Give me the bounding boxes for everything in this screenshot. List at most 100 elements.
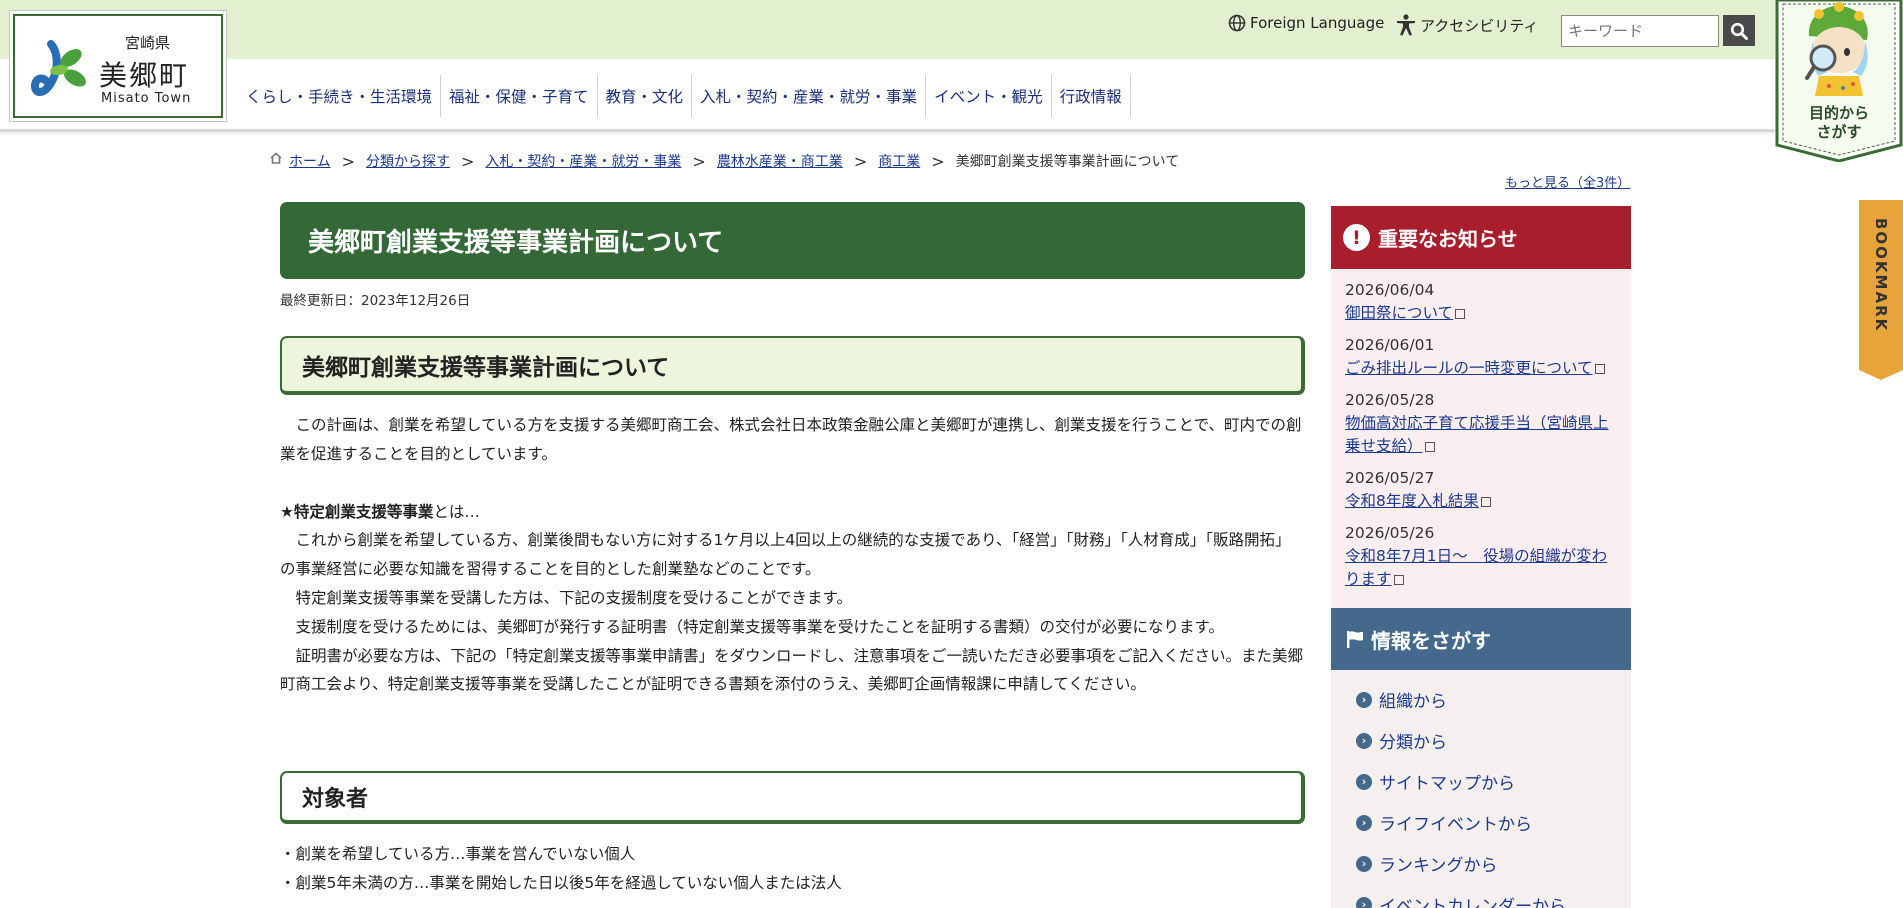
mascot-character-icon <box>1805 2 1868 96</box>
search-input[interactable] <box>1561 15 1719 47</box>
notice-header: ! 重要なお知らせ <box>1331 206 1631 269</box>
chevron-right-icon: › <box>1356 773 1372 790</box>
logo-english-name: Misato Town <box>101 91 192 106</box>
section-heading: 美郷町創業支援等事業計画について <box>280 336 1305 395</box>
definition-suffix: とは… <box>433 502 480 521</box>
list-item: ・創業5年未満の方…事業を開始した日以後5年を経過していない個人または法人 <box>280 874 842 892</box>
bookmark-tab[interactable]: BOOKMARK <box>1859 200 1903 380</box>
foreign-language-link[interactable]: Foreign Language <box>1228 14 1384 32</box>
gnav-item-administration[interactable]: 行政情報 <box>1052 75 1131 117</box>
breadcrumb: ホーム > 分類から探す > 入札・契約・産業・就労・事業 > 農林水産業・商工… <box>270 151 1179 171</box>
search-icon <box>1730 22 1748 40</box>
gnav-item-living[interactable]: くらし・手続き・生活環境 <box>238 75 442 117</box>
breadcrumb-separator: > <box>853 151 868 171</box>
globe-icon <box>1228 14 1246 32</box>
list-item: 2026/05/26 令和8年7月1日〜 役場の組織が変わります <box>1345 522 1617 591</box>
find-item-organization[interactable]: › 組織から <box>1356 679 1631 720</box>
gnav-item-education[interactable]: 教育・文化 <box>598 75 693 117</box>
logo-frame: 宮崎県 美郷町 Misato Town <box>13 14 223 118</box>
site-logo[interactable]: 宮崎県 美郷町 Misato Town <box>9 10 227 122</box>
notice-date: 2026/05/28 <box>1345 391 1435 409</box>
application-paragraph: 証明書が必要な方は、下記の「特定創業支援等事業申請書」をダウンロードし、注意事項… <box>280 646 1304 694</box>
chevron-right-icon: › <box>1356 814 1372 831</box>
find-item-ranking[interactable]: › ランキングから <box>1356 843 1631 884</box>
home-icon <box>270 152 282 164</box>
find-item-label: イベントカレンダーから <box>1379 897 1566 908</box>
find-item-label: サイトマップから <box>1379 774 1515 794</box>
global-navigation: くらし・手続き・生活環境 福祉・保健・子育て 教育・文化 入札・契約・産業・就労… <box>238 75 1131 117</box>
notice-link-text: 令和8年度入札結果 <box>1345 492 1479 510</box>
notice-link[interactable]: 令和8年7月1日〜 役場の組織が変わります <box>1345 547 1607 588</box>
notice-date: 2026/05/26 <box>1345 524 1435 542</box>
breadcrumb-current: 美郷町創業支援等事業計画について <box>955 154 1180 170</box>
find-item-label: 組織から <box>1379 692 1447 712</box>
breadcrumb-separator: > <box>461 151 475 171</box>
breadcrumb-more-link[interactable]: もっと見る（全3件） <box>1505 172 1630 191</box>
page-title: 美郷町創業支援等事業計画について <box>280 202 1305 279</box>
purpose-search-label: 目的から さがす <box>1775 104 1903 142</box>
notice-date: 2026/05/27 <box>1345 469 1435 487</box>
notice-date: 2026/06/01 <box>1345 336 1435 354</box>
bookmark-label: BOOKMARK <box>1872 217 1890 333</box>
logo-town-name: 美郷町 <box>99 59 190 92</box>
gnav-item-welfare[interactable]: 福祉・保健・子育て <box>441 75 598 117</box>
breadcrumb-category[interactable]: 分類から探す <box>366 151 450 171</box>
chevron-right-icon: › <box>1356 896 1372 908</box>
find-header: 情報をさがす <box>1331 608 1631 670</box>
notice-date: 2026/06/04 <box>1345 281 1435 299</box>
notice-list: 2026/06/04 御田祭について 2026/06/01 ごみ排出ルールの一時… <box>1331 269 1631 591</box>
find-item-label: ライフイベントから <box>1379 815 1532 835</box>
list-item: 2026/06/04 御田祭について <box>1345 279 1617 325</box>
purpose-search-label-line1: 目的から <box>1808 104 1869 122</box>
breadcrumb-home[interactable]: ホーム <box>289 151 331 171</box>
chevron-right-icon: › <box>1356 855 1372 872</box>
target-list: ・創業を希望している方…事業を営んでいない個人 ・創業5年未満の方…事業を開始し… <box>280 840 1305 898</box>
search-button[interactable] <box>1723 15 1755 46</box>
notice-link[interactable]: 令和8年度入札結果 <box>1345 492 1491 510</box>
find-item-label: ランキングから <box>1379 856 1498 876</box>
notice-link[interactable]: ごみ排出ルールの一時変更について <box>1345 359 1605 377</box>
external-window-icon <box>1480 497 1491 507</box>
exclamation-icon: ! <box>1343 224 1370 251</box>
find-item-event-calendar[interactable]: › イベントカレンダーから <box>1356 884 1631 908</box>
find-item-category[interactable]: › 分類から <box>1356 720 1631 761</box>
foreign-language-label: Foreign Language <box>1250 14 1385 32</box>
target-heading: 対象者 <box>280 771 1305 824</box>
purpose-search-tab[interactable]: 目的から さがす <box>1775 0 1903 162</box>
notice-link-text: 物価高対応子育て応援手当（宮崎県上乗せ支給） <box>1345 414 1609 455</box>
last-updated: 最終更新日：2023年12月26日 <box>280 293 471 309</box>
list-item: 2026/06/01 ごみ排出ルールの一時変更について <box>1345 334 1617 380</box>
gnav-item-industry[interactable]: 入札・契約・産業・就労・事業 <box>692 75 927 117</box>
breadcrumb-separator: > <box>692 151 706 171</box>
notice-title: 重要なお知らせ <box>1378 227 1518 251</box>
find-info-panel: 情報をさがす › 組織から › 分類から › サイトマップから › ライフイベントから … <box>1331 608 1631 908</box>
accessibility-label: アクセシビリティ <box>1420 16 1539 35</box>
external-window-icon <box>1594 364 1605 374</box>
find-item-sitemap[interactable]: › サイトマップから <box>1356 761 1631 802</box>
purpose-search-label-line2: さがす <box>1816 123 1862 141</box>
accessibility-link[interactable]: アクセシビリティ <box>1396 14 1538 36</box>
logo-prefecture: 宮崎県 <box>125 34 171 52</box>
definition-term: ★特定創業支援等事業 <box>280 502 434 521</box>
notice-link-text: 令和8年7月1日〜 役場の組織が変わります <box>1345 547 1608 588</box>
breadcrumb-agri-commerce[interactable]: 農林水産業・商工業 <box>717 151 843 171</box>
certificate-paragraph: 支援制度を受けるためには、美郷町が発行する証明書（特定創業支援等事業を受けたこと… <box>280 617 1224 636</box>
gnav-item-events[interactable]: イベント・観光 <box>926 75 1052 117</box>
find-item-life-event[interactable]: › ライフイベントから <box>1356 802 1631 843</box>
town-emblem-icon <box>30 40 86 96</box>
intro-paragraph: この計画は、創業を希望している方を支援する美郷町商工会、株式会社日本政策金融公庫… <box>280 416 1302 463</box>
definition-heading: ★特定創業支援等事業とは… <box>280 498 1305 527</box>
definition-paragraph: これから創業を希望している方、創業後間もない方に対する1ケ月以上4回以上の継続的… <box>280 531 1291 579</box>
breadcrumb-separator: > <box>931 151 945 171</box>
list-item: ・創業を希望している方…事業を営んでいない個人 <box>280 845 636 863</box>
list-item: 2026/05/28 物価高対応子育て応援手当（宮崎県上乗せ支給） <box>1345 389 1617 458</box>
find-list: › 組織から › 分類から › サイトマップから › ライフイベントから › ランキングか… <box>1331 670 1631 908</box>
breadcrumb-separator: > <box>341 151 355 171</box>
breadcrumb-commerce[interactable]: 商工業 <box>878 151 920 171</box>
breadcrumb-industry[interactable]: 入札・契約・産業・就労・事業 <box>485 151 681 171</box>
article-body: この計画は、創業を希望している方を支援する美郷町商工会、株式会社日本政策金融公庫… <box>280 411 1305 699</box>
notice-link[interactable]: 物価高対応子育て応援手当（宮崎県上乗せ支給） <box>1345 414 1609 455</box>
find-title: 情報をさがす <box>1371 628 1491 653</box>
list-item: 2026/05/27 令和8年度入札結果 <box>1345 467 1617 513</box>
notice-link[interactable]: 御田祭について <box>1345 304 1466 322</box>
